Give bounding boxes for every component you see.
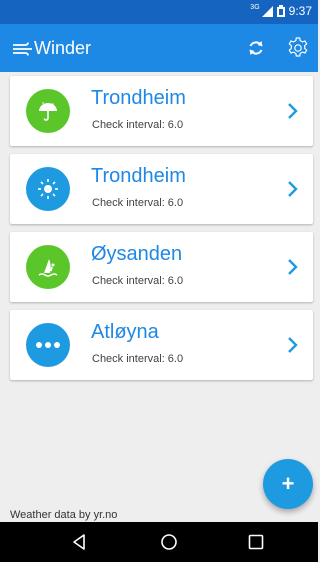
battery-icon (276, 5, 285, 17)
location-card[interactable]: Trondheim Check interval: 6.0 (10, 154, 313, 224)
check-interval: Check interval: 6.0 (92, 353, 184, 365)
umbrella-icon (26, 89, 70, 133)
sun-icon (26, 167, 70, 211)
windsurf-icon (26, 245, 70, 289)
location-name: Øysanden (91, 243, 183, 265)
more-icon (26, 323, 70, 367)
chevron-right-icon (288, 181, 298, 197)
network-type: 3G (250, 3, 260, 11)
wind-logo-icon (13, 42, 32, 56)
location-card[interactable]: Øysanden Check interval: 6.0 (10, 232, 313, 302)
location-name: Trondheim (91, 165, 186, 187)
location-card[interactable]: Trondheim Check interval: 6.0 (10, 76, 313, 146)
check-interval: Check interval: 6.0 (92, 119, 184, 131)
app-title: Winder (34, 38, 92, 58)
system-nav-bar (0, 522, 318, 562)
check-interval: Check interval: 6.0 (92, 197, 184, 209)
add-location-button[interactable]: + (263, 459, 313, 509)
home-icon[interactable] (159, 532, 179, 552)
gear-icon[interactable] (286, 36, 310, 60)
weather-credit: Weather data by yr.no (10, 509, 118, 521)
back-icon[interactable] (70, 532, 90, 552)
location-card[interactable]: Atløyna Check interval: 6.0 (10, 310, 313, 380)
signal-icon (261, 5, 273, 17)
location-name: Trondheim (91, 87, 186, 109)
refresh-icon[interactable] (244, 36, 268, 60)
chevron-right-icon (288, 103, 298, 119)
app-bar: Winder (0, 24, 318, 72)
recents-icon[interactable] (246, 532, 266, 552)
chevron-right-icon (288, 259, 298, 275)
chevron-right-icon (288, 337, 298, 353)
plus-icon: + (281, 471, 295, 496)
status-indicators: 3G 9:37 (250, 3, 312, 19)
status-bar: 3G 9:37 (0, 0, 318, 24)
location-name: Atløyna (91, 321, 159, 343)
status-time: 9:37 (288, 4, 312, 18)
check-interval: Check interval: 6.0 (92, 275, 184, 287)
